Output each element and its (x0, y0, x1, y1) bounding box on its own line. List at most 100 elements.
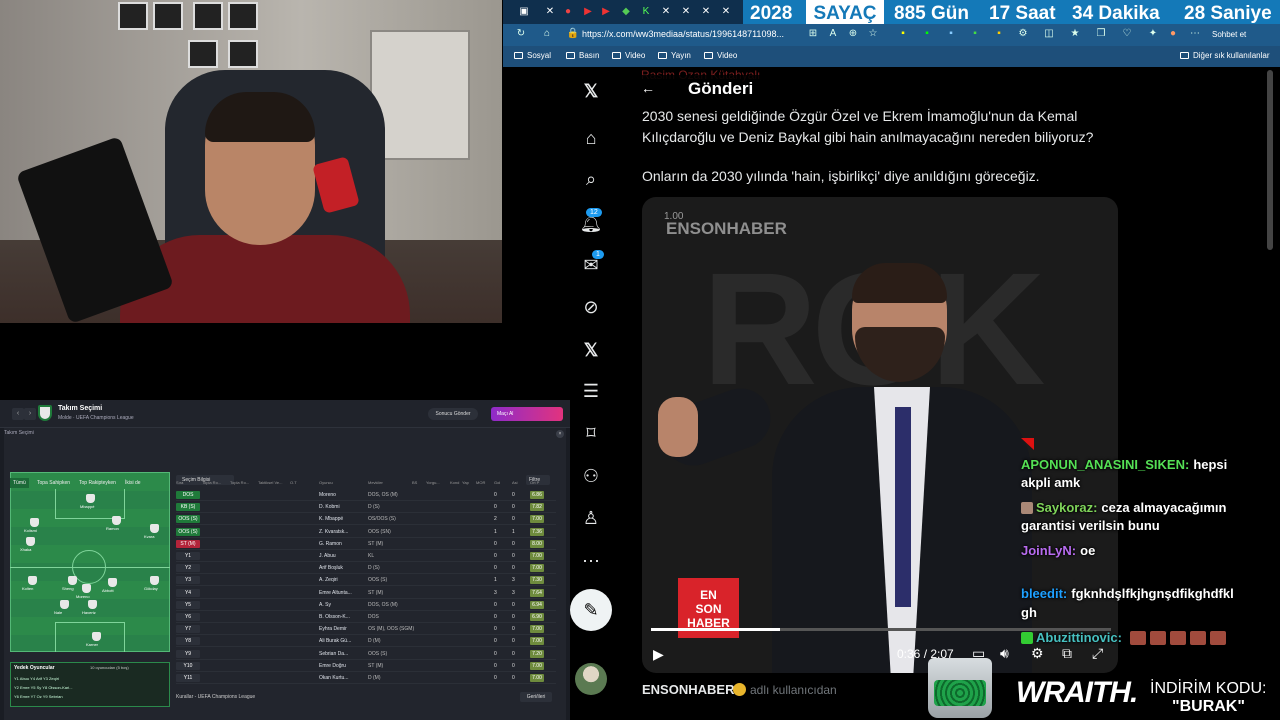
table-header[interactable]: Topla Ro... (202, 480, 221, 485)
table-header[interactable]: Gol (494, 480, 500, 485)
read-aloud-icon[interactable]: A (826, 27, 840, 41)
table-row[interactable]: ST (M) G. Ramon ST (M) 0 0 8.00 (176, 539, 556, 550)
player-shirt-icon[interactable] (92, 632, 101, 641)
table-row[interactable]: Y10 Emre Doğru ST (M) 0 0 7.00 (176, 661, 556, 672)
zoom-icon[interactable]: ⊕ (846, 27, 860, 41)
bookmark-folder-video-2[interactable]: Video (704, 48, 737, 64)
premium-x-icon[interactable]: 𝕏 (578, 337, 604, 363)
player-shirt-icon[interactable] (88, 600, 97, 609)
table-row[interactable]: Y9 Sebrian Da... OOS (S) 0 0 7.20 (176, 649, 556, 660)
table-row[interactable]: OOS (S) Z. Kvaratsk... OOS (SN) 1 1 7.36 (176, 527, 556, 538)
bookmark-folder-basin[interactable]: Basın (566, 48, 599, 64)
table-row[interactable]: Y5 A. Sy DOS, OS (M) 0 0 6.94 (176, 600, 556, 611)
refresh-icon[interactable]: ↻ (514, 27, 528, 41)
search-icon[interactable]: ⌕ (578, 166, 604, 192)
favorite-star-icon[interactable]: ☆ (866, 27, 880, 41)
lists-icon[interactable]: ☰ (578, 378, 604, 404)
player-shirt-icon[interactable] (82, 584, 91, 593)
tab-both[interactable]: İkisi de (122, 478, 144, 488)
table-row[interactable]: Y3 A. Zeqiri OOS (S) 1 3 7.30 (176, 575, 556, 587)
source-author[interactable]: ENSONHABER (642, 682, 734, 697)
extension-icon[interactable]: ▪ (896, 27, 910, 41)
extensions-icon[interactable]: ⚙ (1016, 27, 1030, 41)
home-icon[interactable]: ⌂ (540, 27, 554, 41)
x-logo-icon[interactable]: 𝕏 (578, 78, 604, 104)
table-header[interactable]: O.T (290, 480, 297, 485)
table-row[interactable]: DOS Moreno DOS, OS (M) 0 0 6.86 (176, 490, 556, 501)
tab-icon[interactable]: ◆ (619, 5, 633, 19)
url-field[interactable]: https://x.com/ww3mediaa/status/199614871… (582, 26, 822, 43)
tab-icon[interactable]: ▣ (517, 5, 531, 19)
player-shirt-icon[interactable] (150, 524, 159, 533)
extension-icon[interactable]: ▪ (992, 27, 1006, 41)
navigation-button[interactable]: Geri/ileri (520, 692, 552, 702)
grid-icon[interactable]: ⊞ (806, 27, 820, 41)
player-shirt-icon[interactable] (60, 600, 69, 609)
table-row[interactable]: Y1 J. Abuu KL 0 0 7.00 (176, 551, 556, 562)
table-header[interactable]: Kond (450, 480, 459, 485)
table-row[interactable]: Y7 Eyhra Demir OS (M), OOS (SGM) 0 0 7.00 (176, 624, 556, 636)
account-avatar[interactable] (575, 663, 607, 695)
table-header[interactable]: Mevkiler (368, 480, 383, 485)
extension-icon[interactable]: ▪ (968, 27, 982, 41)
bookmarks-icon[interactable]: ⌑ (578, 420, 604, 446)
play-match-button[interactable]: Maçı Al (491, 407, 563, 421)
chat-button[interactable]: Sohbet et (1212, 26, 1276, 43)
x-tab-icon[interactable]: ✕ (679, 5, 693, 19)
table-header[interactable]: Sıra (176, 480, 183, 485)
tab-in-possession[interactable]: Topa Sahipken (34, 478, 73, 488)
more-icon[interactable]: ⋯ (578, 548, 604, 574)
heart-icon[interactable]: ♡ (1120, 27, 1134, 41)
table-header[interactable]: Yorgu... (426, 480, 440, 485)
player-shirt-icon[interactable] (68, 576, 77, 585)
forward-arrow-icon[interactable]: › (24, 408, 36, 420)
table-row[interactable]: Y4 Emre Altunta... ST (M) 3 3 7.64 (176, 588, 556, 599)
rules-footer[interactable]: Kurallar - UEFA Champions League (176, 694, 255, 700)
table-header[interactable]: MOR (476, 480, 485, 485)
player-shirt-icon[interactable] (28, 576, 37, 585)
table-header[interactable]: BS (412, 480, 417, 485)
tab-icon[interactable]: ● (561, 5, 575, 19)
youtube-tab-icon[interactable]: ▶ (599, 5, 613, 19)
player-shirt-icon[interactable] (26, 537, 35, 546)
extension-icon[interactable]: ▪ (920, 27, 934, 41)
kick-tab-icon[interactable]: K (639, 5, 653, 19)
bookmark-folder-yayin[interactable]: Yayın (658, 48, 691, 64)
communities-icon[interactable]: ⚇ (578, 463, 604, 489)
profile-icon[interactable]: ♙ (578, 505, 604, 531)
player-shirt-icon[interactable] (86, 494, 95, 503)
youtube-tab-icon[interactable]: ▶ (581, 5, 595, 19)
x-tab-icon[interactable]: ✕ (659, 5, 673, 19)
table-header[interactable]: Yap (462, 480, 469, 485)
x-tab-icon[interactable]: ✕ (699, 5, 713, 19)
table-header[interactable]: Oyuncu (319, 480, 333, 485)
table-header[interactable]: Ort P (530, 480, 539, 485)
x-tab-icon[interactable]: ✕ (543, 5, 557, 19)
tab-out-of-possession[interactable]: Top Rakipteyken (76, 478, 119, 488)
copilot-icon[interactable]: ✦ (1146, 27, 1160, 41)
table-row[interactable]: Y6 B. Olsson-K... DOS 0 0 6.90 (176, 612, 556, 623)
back-arrow-icon[interactable]: ‹ (12, 408, 24, 420)
player-shirt-icon[interactable] (108, 578, 117, 587)
picture-in-picture-icon[interactable]: ⧉ (1062, 645, 1072, 662)
home-icon[interactable]: ⌂ (578, 125, 604, 151)
bookmark-folder-video[interactable]: Video (612, 48, 645, 64)
compose-post-button[interactable]: ✎ (570, 589, 612, 631)
table-header[interactable]: Asi (512, 480, 518, 485)
profile-avatar[interactable]: ● (1166, 27, 1180, 41)
scrollbar[interactable] (1267, 70, 1273, 250)
table-header[interactable]: Topla Ro... (230, 480, 249, 485)
player-shirt-icon[interactable] (112, 516, 121, 525)
player-shirt-icon[interactable] (150, 576, 159, 585)
extension-icon[interactable]: ▪ (944, 27, 958, 41)
split-screen-icon[interactable]: ◫ (1042, 27, 1056, 41)
x-tab-icon[interactable]: ✕ (719, 5, 733, 19)
fullscreen-icon[interactable]: ⤢ (1092, 645, 1103, 662)
bookmark-folder-sosyal[interactable]: Sosyal (514, 48, 551, 64)
settings-gear-icon[interactable]: ⚙ (1031, 645, 1044, 662)
volume-icon[interactable]: 🔊︎ (1000, 645, 1009, 662)
other-bookmarks[interactable]: Diğer sık kullanılanlar (1180, 48, 1269, 64)
table-row[interactable]: KB (S) D. Kobmi D (S) 0 0 7.82 (176, 502, 556, 514)
grok-icon[interactable]: ⊘ (578, 294, 604, 320)
collections-icon[interactable]: ❒ (1094, 27, 1108, 41)
